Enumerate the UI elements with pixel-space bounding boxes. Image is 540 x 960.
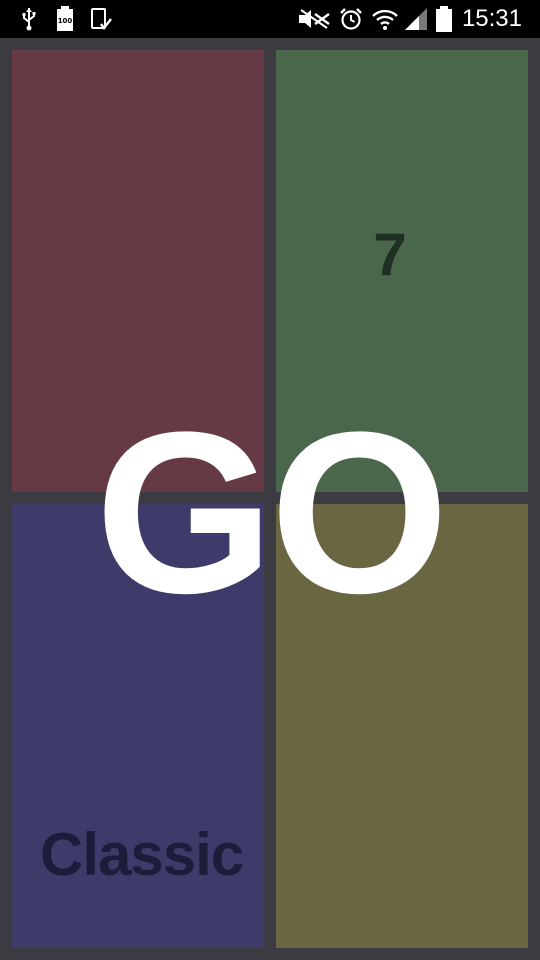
usb-icon bbox=[18, 6, 40, 32]
wifi-icon bbox=[370, 6, 400, 32]
alarm-icon bbox=[338, 6, 364, 32]
game-board: 7 Classic GO bbox=[0, 38, 540, 960]
status-bar: 100 15:31 bbox=[0, 0, 540, 38]
clock-time: 15:31 bbox=[461, 5, 522, 32]
screenshot-icon bbox=[88, 6, 114, 32]
game-mode-label: Classic bbox=[40, 821, 244, 888]
counter-value: 7 bbox=[373, 221, 407, 288]
signal-icon bbox=[402, 6, 430, 32]
battery-full-icon: 100 bbox=[54, 6, 76, 32]
battery-icon bbox=[434, 6, 454, 32]
battery-level-text: 100 bbox=[58, 17, 73, 25]
nfc-mute-icon bbox=[296, 6, 332, 32]
go-button[interactable]: GO bbox=[90, 398, 450, 628]
